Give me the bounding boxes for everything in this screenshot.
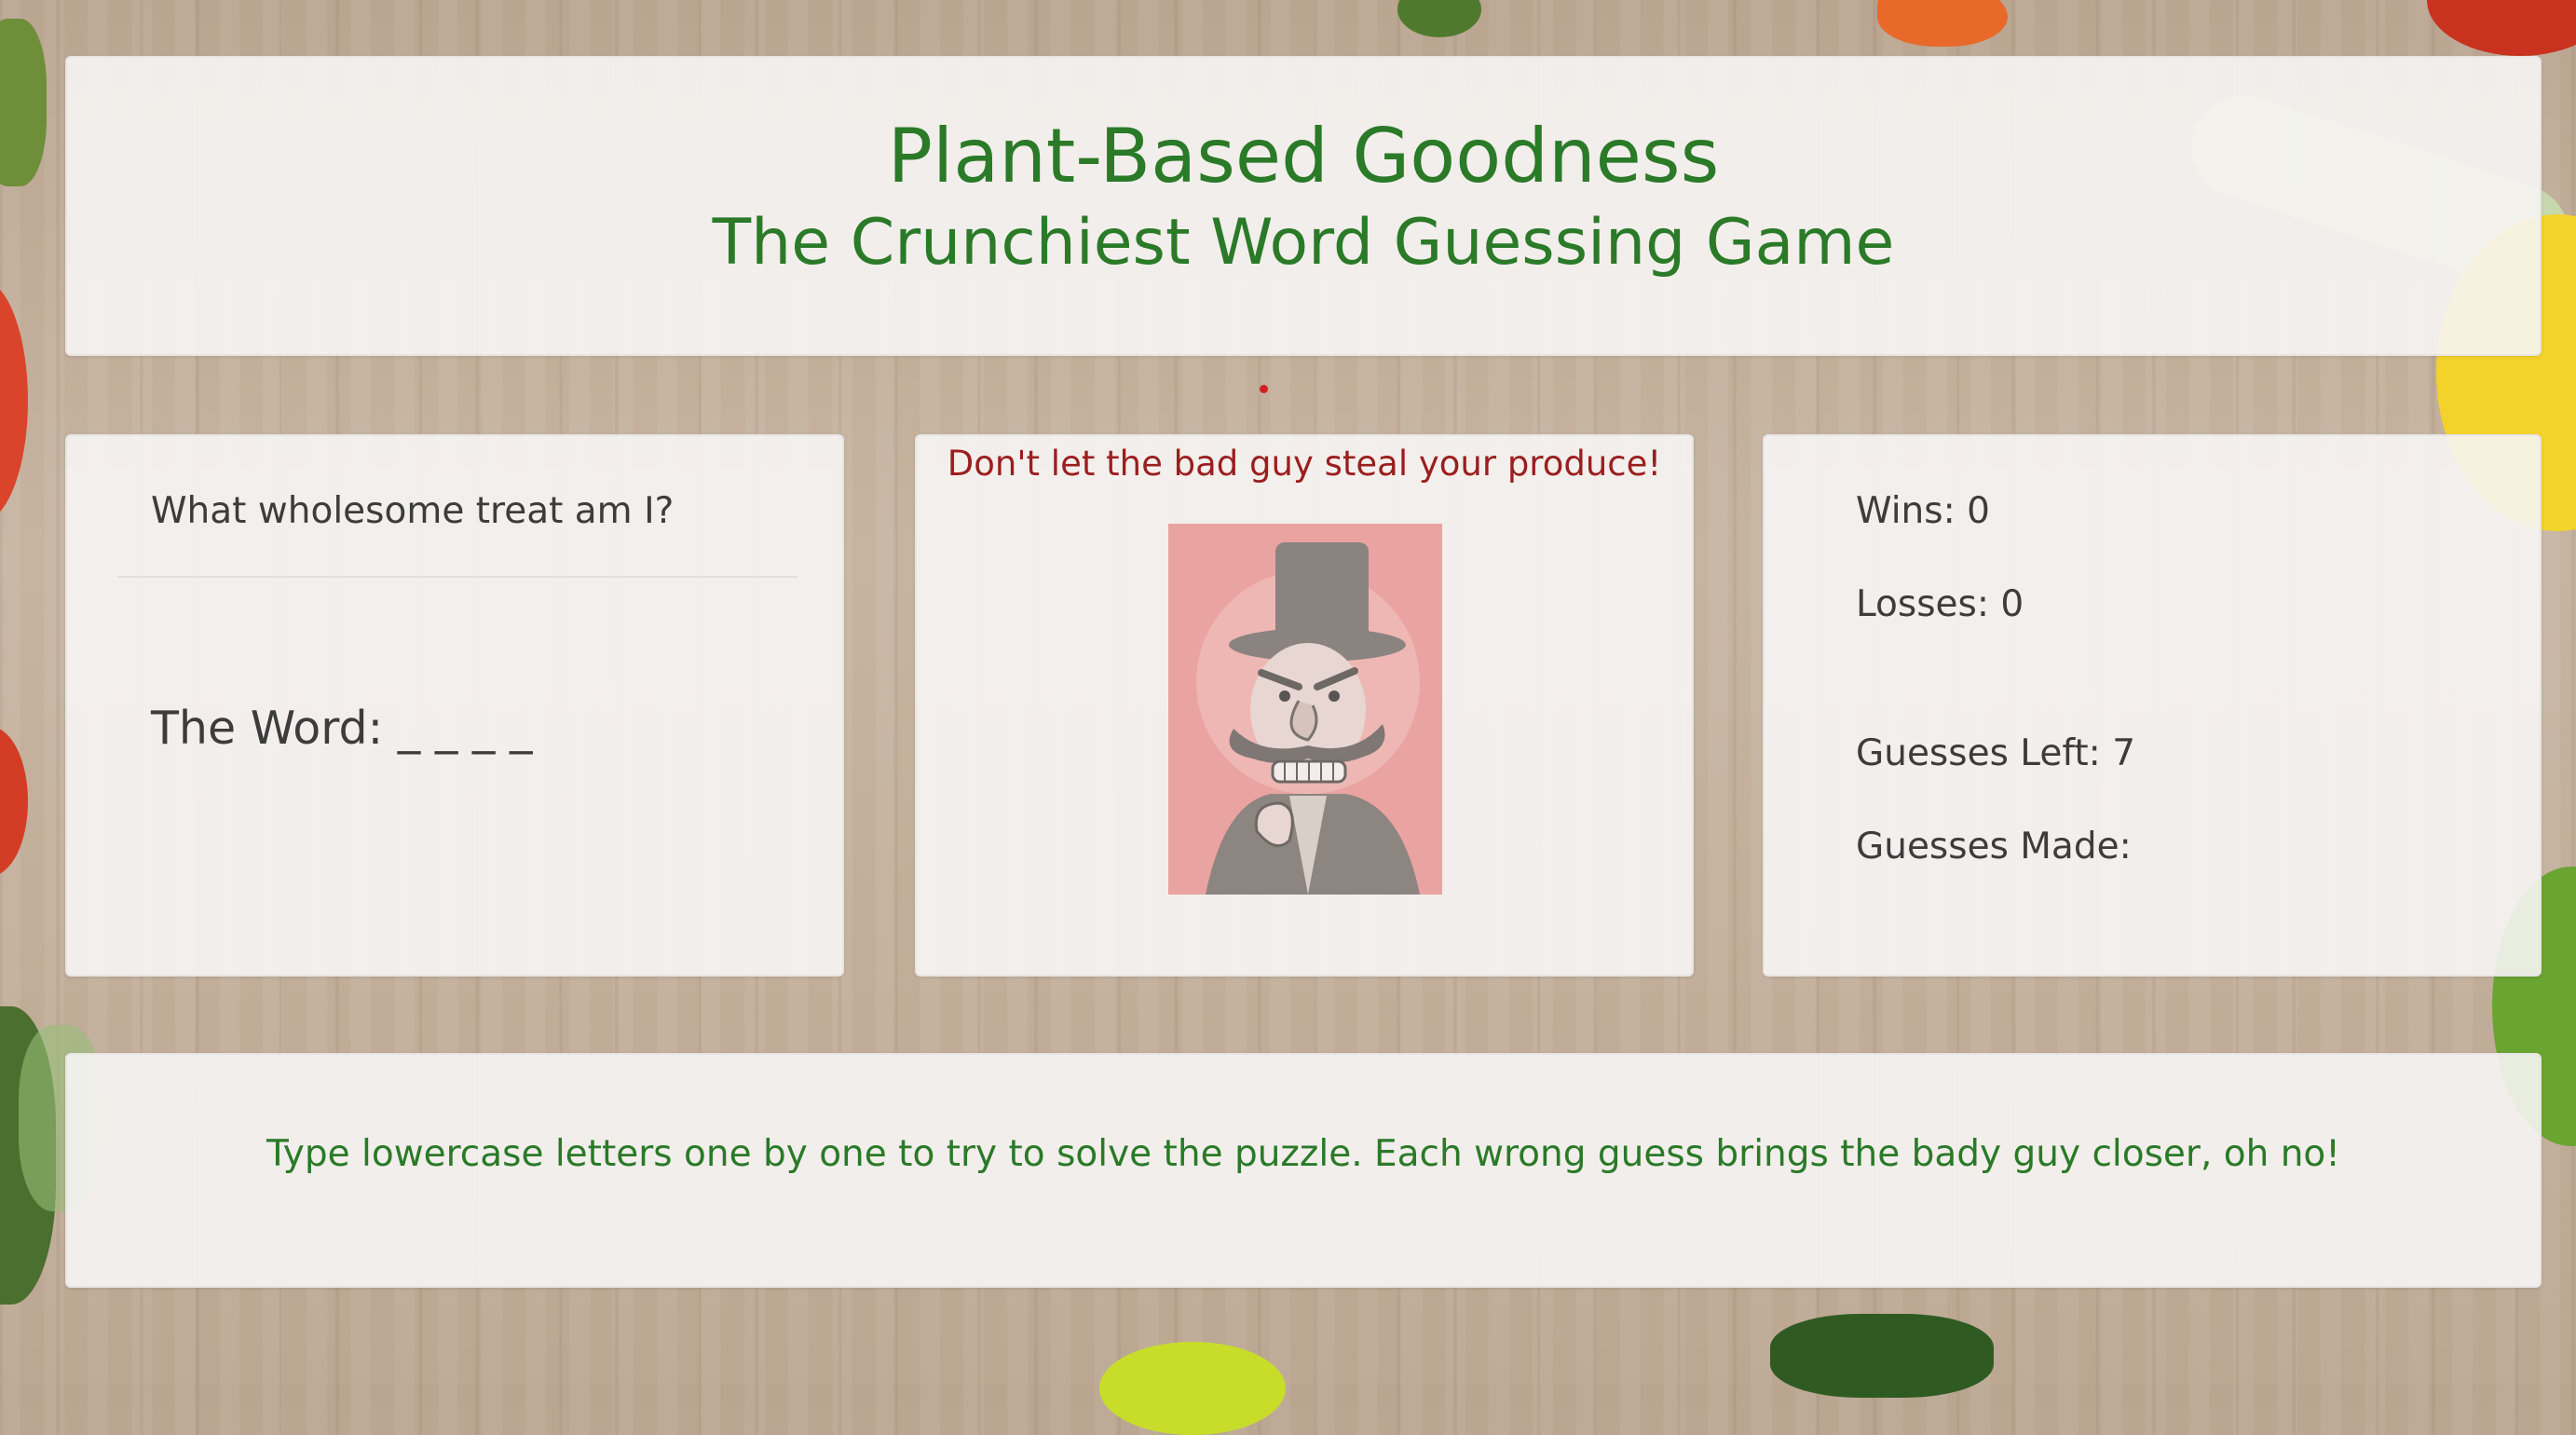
losses-value: 0 (2000, 583, 2024, 625)
rosemary-decoration (1770, 1314, 1994, 1398)
stats-panel: Wins: 0 Losses: 0 Guesses Left: 7 Guesse… (1763, 434, 2542, 977)
leaf-topleft-decoration (0, 19, 47, 186)
game-title: Plant-Based Goodness (887, 113, 1720, 199)
villain-panel: Don't let the bad guy steal your produce… (915, 434, 1694, 977)
wins-stat: Wins: 0 (1856, 490, 1990, 532)
guesses-left-value: 7 (2112, 732, 2136, 774)
mustached-villain-icon (1168, 524, 1442, 895)
guesses-left-stat: Guesses Left: 7 (1856, 732, 2135, 774)
tomato-left-small-decoration (0, 727, 28, 876)
losses-stat: Losses: 0 (1856, 583, 2024, 625)
guesses-made-stat: Guesses Made: (1856, 826, 2132, 868)
word-prompt: What wholesome treat am I? (151, 490, 675, 532)
tomato-left-decoration (0, 280, 28, 522)
tomato-decoration (2427, 0, 2576, 56)
game-subtitle: The Crunchiest Word Guessing Game (712, 206, 1895, 280)
leaf-decoration (1397, 0, 1481, 37)
losses-label: Losses: (1856, 583, 1989, 625)
word-line: The Word: _ _ _ _ (151, 702, 532, 755)
red-dot-marker (1260, 385, 1268, 393)
guesses-made-label: Guesses Made: (1856, 826, 2132, 868)
villain-warning: Don't let the bad guy steal your produce… (947, 444, 1662, 484)
word-panel: What wholesome treat am I? The Word: _ _… (65, 434, 844, 977)
header-panel: Plant-Based Goodness The Crunchiest Word… (65, 56, 2542, 356)
carrot-decoration (1877, 0, 2008, 47)
wins-value: 0 (1967, 490, 1990, 532)
wins-label: Wins: (1856, 490, 1956, 532)
instructions-panel: Type lowercase letters one by one to try… (65, 1053, 2542, 1288)
word-blanks: _ _ _ _ (397, 702, 533, 755)
divider (117, 576, 797, 578)
lime-pepper-decoration (1099, 1342, 1286, 1435)
guesses-left-label: Guesses Left: (1856, 732, 2101, 774)
instructions-text: Type lowercase letters one by one to try… (266, 1133, 2340, 1175)
word-label: The Word: (151, 702, 384, 755)
